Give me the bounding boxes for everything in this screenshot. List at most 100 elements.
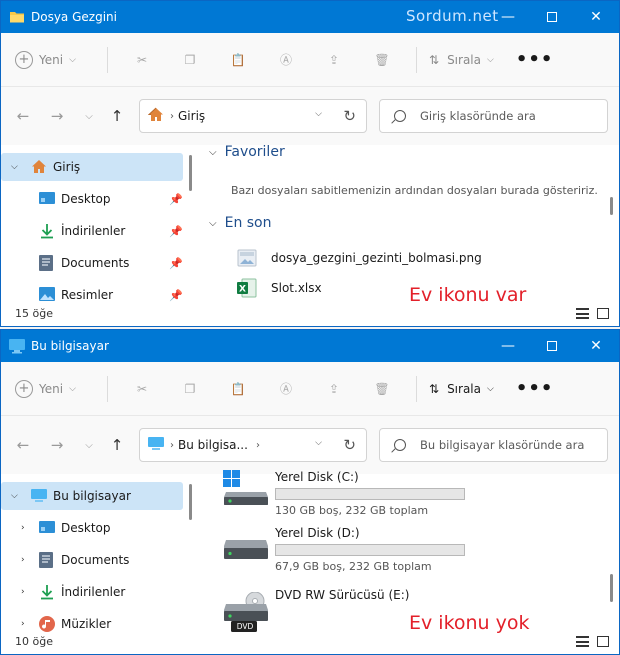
- delete-icon[interactable]: 🗑: [358, 53, 406, 67]
- sidebar-scrollbar[interactable]: [189, 155, 192, 191]
- back-arrow-icon[interactable]: ←: [11, 434, 35, 456]
- status-bar: 10 öğe: [1, 628, 619, 654]
- content-scrollbar[interactable]: [610, 197, 613, 215]
- sidebar-item-downloads[interactable]: › İndirilenler: [1, 578, 183, 606]
- forward-arrow-icon[interactable]: →: [45, 105, 69, 127]
- tiles-view-icon[interactable]: [597, 636, 609, 647]
- sidebar-item-home[interactable]: ⌵ Giriş: [1, 153, 183, 181]
- chevron-down-icon: ⌵: [69, 54, 76, 65]
- paste-icon[interactable]: 📋: [214, 53, 262, 67]
- up-arrow-icon[interactable]: ↑: [105, 434, 129, 456]
- close-button[interactable]: ✕: [573, 330, 619, 362]
- cut-icon[interactable]: ✂: [118, 53, 166, 67]
- sort-button[interactable]: ⇅ Sırala ⌵: [429, 53, 494, 67]
- recent-locations-chevron-icon[interactable]: ⌵: [77, 434, 101, 456]
- chevron-right-icon[interactable]: ›: [21, 587, 25, 597]
- divider: [416, 46, 417, 73]
- pin-icon[interactable]: 📌: [169, 193, 183, 206]
- main-area: ⌵ Giriş Desktop 📌 İndirilenler 📌 Documen…: [1, 144, 619, 306]
- title-bar[interactable]: Dosya Gezgini Sordum.net — ✕: [1, 1, 619, 33]
- chevron-down-icon[interactable]: ⌵: [209, 147, 217, 158]
- drive-space-info: 67,9 GB boş, 232 GB toplam: [275, 560, 432, 573]
- desktop-icon: [39, 191, 55, 207]
- breadcrumb[interactable]: Bu bilgisa...: [178, 438, 248, 452]
- sidebar-item-documents[interactable]: › Documents: [1, 546, 183, 574]
- copy-icon[interactable]: ❐: [166, 53, 214, 67]
- document-icon: [39, 255, 55, 271]
- new-button[interactable]: + Yeni ⌵: [15, 379, 97, 398]
- chevron-down-icon[interactable]: ⌵: [315, 109, 322, 119]
- sidebar-item-desktop[interactable]: Desktop 📌: [1, 185, 183, 213]
- computer-icon: [31, 488, 47, 504]
- cut-icon[interactable]: ✂: [118, 382, 166, 396]
- list-item[interactable]: X Slot.xlsx: [237, 277, 322, 299]
- chevron-down-icon[interactable]: ⌵: [209, 218, 217, 229]
- rename-icon[interactable]: Ⓐ: [262, 51, 310, 68]
- up-arrow-icon[interactable]: ↑: [105, 105, 129, 127]
- favorites-header[interactable]: ⌵ Favoriler: [209, 144, 285, 160]
- search-input[interactable]: Bu bilgisayar klasöründe ara: [379, 428, 608, 462]
- recent-header[interactable]: ⌵ En son: [209, 215, 272, 231]
- search-input[interactable]: Giriş klasöründe ara: [379, 99, 608, 133]
- address-bar[interactable]: › Giriş ⌵ ↻: [139, 99, 367, 133]
- address-bar[interactable]: › Bu bilgisa... › ⌵ ↻: [139, 428, 367, 462]
- chevron-right-icon[interactable]: ›: [21, 555, 25, 565]
- details-view-icon[interactable]: [576, 308, 589, 319]
- computer-icon: [9, 338, 25, 354]
- share-icon[interactable]: ⇪: [310, 382, 358, 396]
- sidebar-item-downloads[interactable]: İndirilenler 📌: [1, 217, 183, 245]
- title-bar[interactable]: Bu bilgisayar — ✕: [1, 330, 619, 362]
- tiles-view-icon[interactable]: [597, 308, 609, 319]
- pin-icon[interactable]: 📌: [169, 257, 183, 270]
- chevron-down-icon[interactable]: ⌵: [315, 438, 322, 448]
- delete-icon[interactable]: 🗑: [358, 382, 406, 396]
- drive-usage-bar: [275, 488, 465, 500]
- file-explorer-window-this-pc: Bu bilgisayar — ✕ + Yeni ⌵ ✂ ❐ 📋 Ⓐ ⇪ 🗑 ⇅…: [0, 329, 620, 655]
- sidebar-item-desktop[interactable]: › Desktop: [1, 514, 183, 542]
- back-arrow-icon[interactable]: ←: [11, 105, 35, 127]
- chevron-right-icon[interactable]: ›: [21, 523, 25, 533]
- drive-name: Yerel Disk (D:): [275, 526, 360, 540]
- minimize-button[interactable]: —: [485, 330, 531, 362]
- pin-icon[interactable]: 📌: [169, 225, 183, 238]
- share-icon[interactable]: ⇪: [310, 53, 358, 67]
- sidebar-item-documents[interactable]: Documents 📌: [1, 249, 183, 277]
- refresh-icon[interactable]: ↻: [343, 436, 356, 454]
- maximize-button[interactable]: [529, 1, 575, 33]
- paste-icon[interactable]: 📋: [214, 382, 262, 396]
- maximize-button[interactable]: [529, 330, 575, 362]
- more-options-button[interactable]: •••: [516, 49, 554, 70]
- dvd-drive-icon: DVD: [223, 592, 269, 632]
- list-item[interactable]: dosya_gezgini_gezinti_bolmasi.png: [237, 247, 482, 269]
- item-count: 15 öğe: [15, 306, 53, 320]
- minimize-button[interactable]: —: [485, 1, 531, 33]
- sidebar-scrollbar[interactable]: [189, 484, 192, 520]
- forward-arrow-icon[interactable]: →: [45, 434, 69, 456]
- drive-icon: [223, 536, 269, 562]
- chevron-down-icon[interactable]: ⌵: [11, 162, 18, 172]
- sort-button[interactable]: ⇅ Sırala ⌵: [429, 382, 494, 396]
- chevron-right-icon[interactable]: ›: [256, 440, 260, 451]
- refresh-icon[interactable]: ↻: [343, 107, 356, 125]
- copy-icon[interactable]: ❐: [166, 382, 214, 396]
- navigation-bar: ← → ⌵ ↑ › Giriş ⌵ ↻ Giriş klasöründe ara: [1, 87, 619, 145]
- chevron-down-icon: ⌵: [487, 54, 494, 65]
- image-file-icon: [237, 248, 257, 268]
- windows-drive-icon: [223, 470, 269, 506]
- chevron-down-icon[interactable]: ⌵: [11, 491, 18, 501]
- breadcrumb[interactable]: Giriş: [178, 109, 205, 123]
- new-button[interactable]: + Yeni ⌵: [15, 50, 97, 69]
- file-name: Slot.xlsx: [271, 281, 322, 295]
- content-scrollbar[interactable]: [610, 574, 613, 602]
- close-button[interactable]: ✕: [573, 1, 619, 33]
- more-options-button[interactable]: •••: [516, 378, 554, 399]
- search-placeholder: Giriş klasöründe ara: [420, 109, 536, 123]
- sidebar-item-label: Documents: [61, 256, 130, 270]
- chevron-right-icon: ›: [170, 110, 174, 122]
- recent-locations-chevron-icon[interactable]: ⌵: [77, 105, 101, 127]
- drive-usage-bar: [275, 544, 465, 556]
- details-view-icon[interactable]: [576, 636, 589, 647]
- sidebar-item-this-pc[interactable]: ⌵ Bu bilgisayar: [1, 482, 183, 510]
- sidebar-item-label: Bu bilgisayar: [53, 489, 131, 503]
- rename-icon[interactable]: Ⓐ: [262, 380, 310, 397]
